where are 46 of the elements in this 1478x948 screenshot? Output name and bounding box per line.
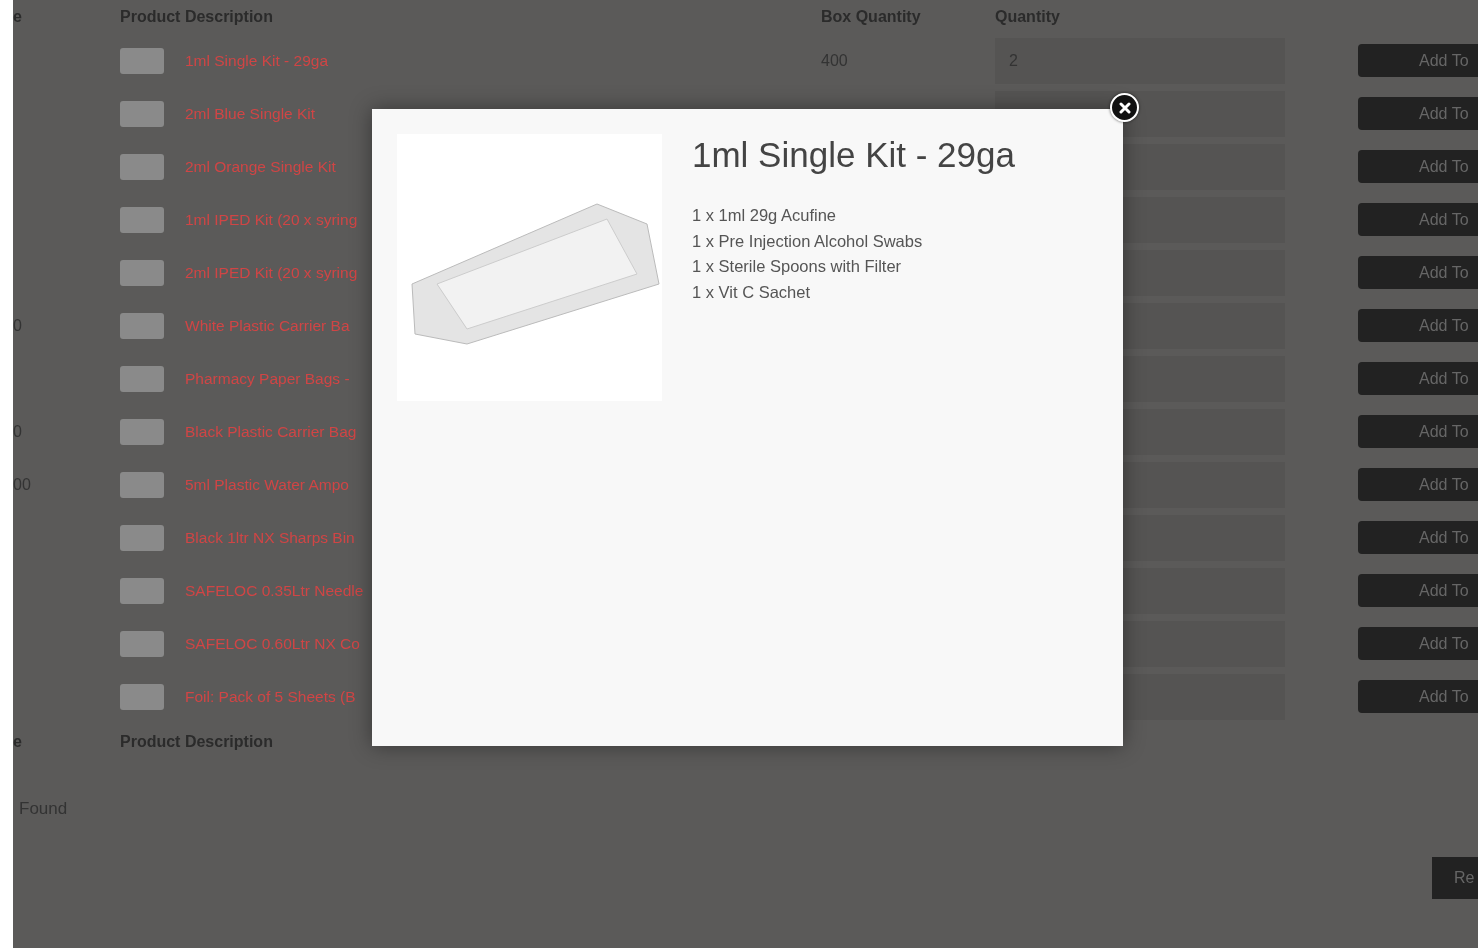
add-to-button[interactable]: Add To [1358,627,1478,660]
product-link[interactable]: White Plastic Carrier Ba [185,316,350,335]
product-link[interactable]: 2ml Orange Single Kit [185,157,336,176]
product-title: 1ml Single Kit - 29ga [692,134,1015,176]
product-link[interactable]: Pharmacy Paper Bags - [185,369,350,388]
add-to-button[interactable]: Add To [1358,468,1478,501]
product-photo [120,100,164,127]
product-link[interactable]: 1ml Single Kit - 29ga [185,51,329,70]
product-link[interactable]: SAFELOC 0.60Ltr NX Co [185,634,360,653]
add-to-button[interactable]: Add To [1358,415,1478,448]
product-link[interactable]: Black Plastic Carrier Bag [185,422,357,441]
product-link[interactable]: SAFELOC 0.35Ltr Needle [185,581,364,600]
add-to-button[interactable]: Add To [1358,203,1478,236]
kit-contents-item: 1 x Pre Injection Alcohol Swabs [692,230,924,252]
kit-contents-item: 1 x 1ml 29g Acufine [692,205,837,226]
kit-contents-item: 1 x Vit C Sachet [692,281,811,303]
product-photo [120,577,164,604]
product-photo [120,259,164,286]
add-to-button[interactable]: Add To [1358,362,1478,395]
product-link[interactable]: 2ml IPED Kit (20 x syring [185,263,358,282]
product-link[interactable]: 5ml Plastic Water Ampo [185,475,349,494]
add-to-button[interactable]: Add To [1358,97,1478,130]
product-photo [120,312,164,339]
product-photo [120,365,164,392]
close-icon [1118,101,1131,114]
product-photo [120,471,164,498]
product-link[interactable]: Foil: Pack of 5 Sheets (B [185,687,356,706]
product-photo [120,683,164,710]
add-to-button[interactable]: Add To [1358,256,1478,289]
action-button[interactable]: Re [1432,857,1478,899]
product-photo [120,47,164,74]
product-photo [120,206,164,233]
add-to-button[interactable]: Add To [1358,309,1478,342]
add-to-button[interactable]: Add To [1358,574,1478,607]
product-link[interactable]: 1ml IPED Kit (20 x syring [185,210,358,229]
product-link[interactable]: 2ml Blue Single Kit [185,104,316,123]
product-photo [120,524,164,551]
kit-contents-item: 1 x Sterile Spoons with Filter [692,256,903,278]
add-to-button[interactable]: Add To [1358,150,1478,183]
product-link[interactable]: Black 1ltr NX Sharps Bin [185,528,355,547]
product-photo [120,630,164,657]
add-to-button[interactable]: Add To [1358,521,1478,554]
add-to-button[interactable]: Add To [1358,680,1478,713]
product-photo [120,418,164,445]
add-to-button[interactable]: Add To [1358,44,1478,77]
product-photo [120,153,164,180]
